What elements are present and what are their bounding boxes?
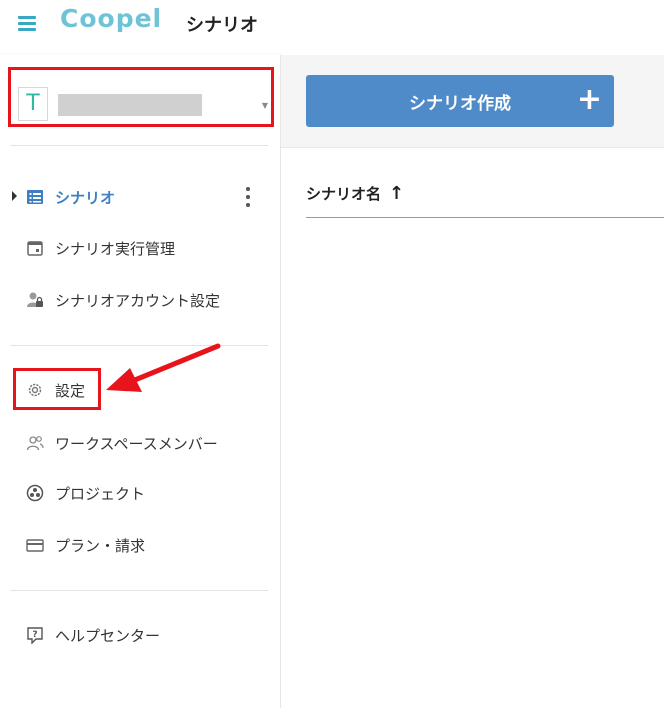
column-header-scenario-name[interactable]: シナリオ名 ↑	[306, 183, 404, 204]
sidebar-item-label: ワークスペースメンバー	[55, 435, 218, 453]
main-toolbar: シナリオ作成 +	[281, 55, 664, 148]
column-header-label: シナリオ名	[306, 185, 382, 203]
highlight-box-settings	[13, 368, 101, 410]
user-lock-icon	[27, 292, 43, 307]
calendar-icon	[27, 241, 43, 256]
sort-ascending-icon[interactable]: ↑	[389, 183, 404, 204]
sidebar-item-scenario-exec[interactable]: シナリオ実行管理	[0, 232, 280, 264]
svg-text:?: ?	[32, 630, 37, 640]
highlight-box-workspace	[8, 67, 274, 127]
help-icon: ?	[27, 627, 43, 644]
sidebar-item-scenario[interactable]: シナリオ	[0, 181, 280, 213]
header-underline	[306, 217, 664, 218]
project-icon	[26, 484, 44, 502]
sidebar: T ▼ シナリオ シナリオ実行管理 シナリオアカウント設定 設定 ワークスペース…	[0, 55, 281, 708]
sidebar-item-plan-billing[interactable]: プラン・請求	[0, 529, 280, 561]
divider	[10, 145, 268, 146]
sidebar-item-label: シナリオ	[55, 189, 116, 207]
app-logo[interactable]: Coopel	[60, 4, 162, 33]
top-bar: Coopel シナリオ	[0, 0, 664, 55]
sidebar-item-label: ヘルプセンター	[55, 627, 161, 645]
list-icon	[27, 190, 43, 204]
sidebar-item-label: プロジェクト	[55, 485, 146, 503]
sidebar-item-label: プラン・請求	[55, 537, 146, 555]
sidebar-item-project[interactable]: プロジェクト	[0, 477, 280, 509]
sidebar-item-scenario-account[interactable]: シナリオアカウント設定	[0, 284, 280, 316]
main-area: シナリオ作成 + シナリオ名 ↑	[281, 55, 664, 708]
sidebar-item-label: シナリオアカウント設定	[55, 292, 221, 310]
sidebar-item-help-center[interactable]: ? ヘルプセンター	[0, 619, 280, 651]
expand-caret-icon[interactable]	[12, 191, 17, 201]
divider	[10, 590, 268, 591]
plus-icon: +	[576, 82, 602, 117]
users-icon	[26, 436, 44, 451]
sidebar-item-workspace-members[interactable]: ワークスペースメンバー	[0, 427, 280, 459]
hamburger-menu-icon[interactable]	[18, 14, 38, 32]
more-vert-icon[interactable]	[244, 185, 252, 209]
create-scenario-button[interactable]: シナリオ作成 +	[306, 75, 614, 127]
page-title: シナリオ	[186, 15, 258, 36]
create-scenario-label: シナリオ作成	[409, 94, 511, 114]
annotation-arrow	[106, 343, 221, 392]
credit-card-icon	[26, 539, 44, 552]
sidebar-item-label: シナリオ実行管理	[55, 240, 176, 258]
